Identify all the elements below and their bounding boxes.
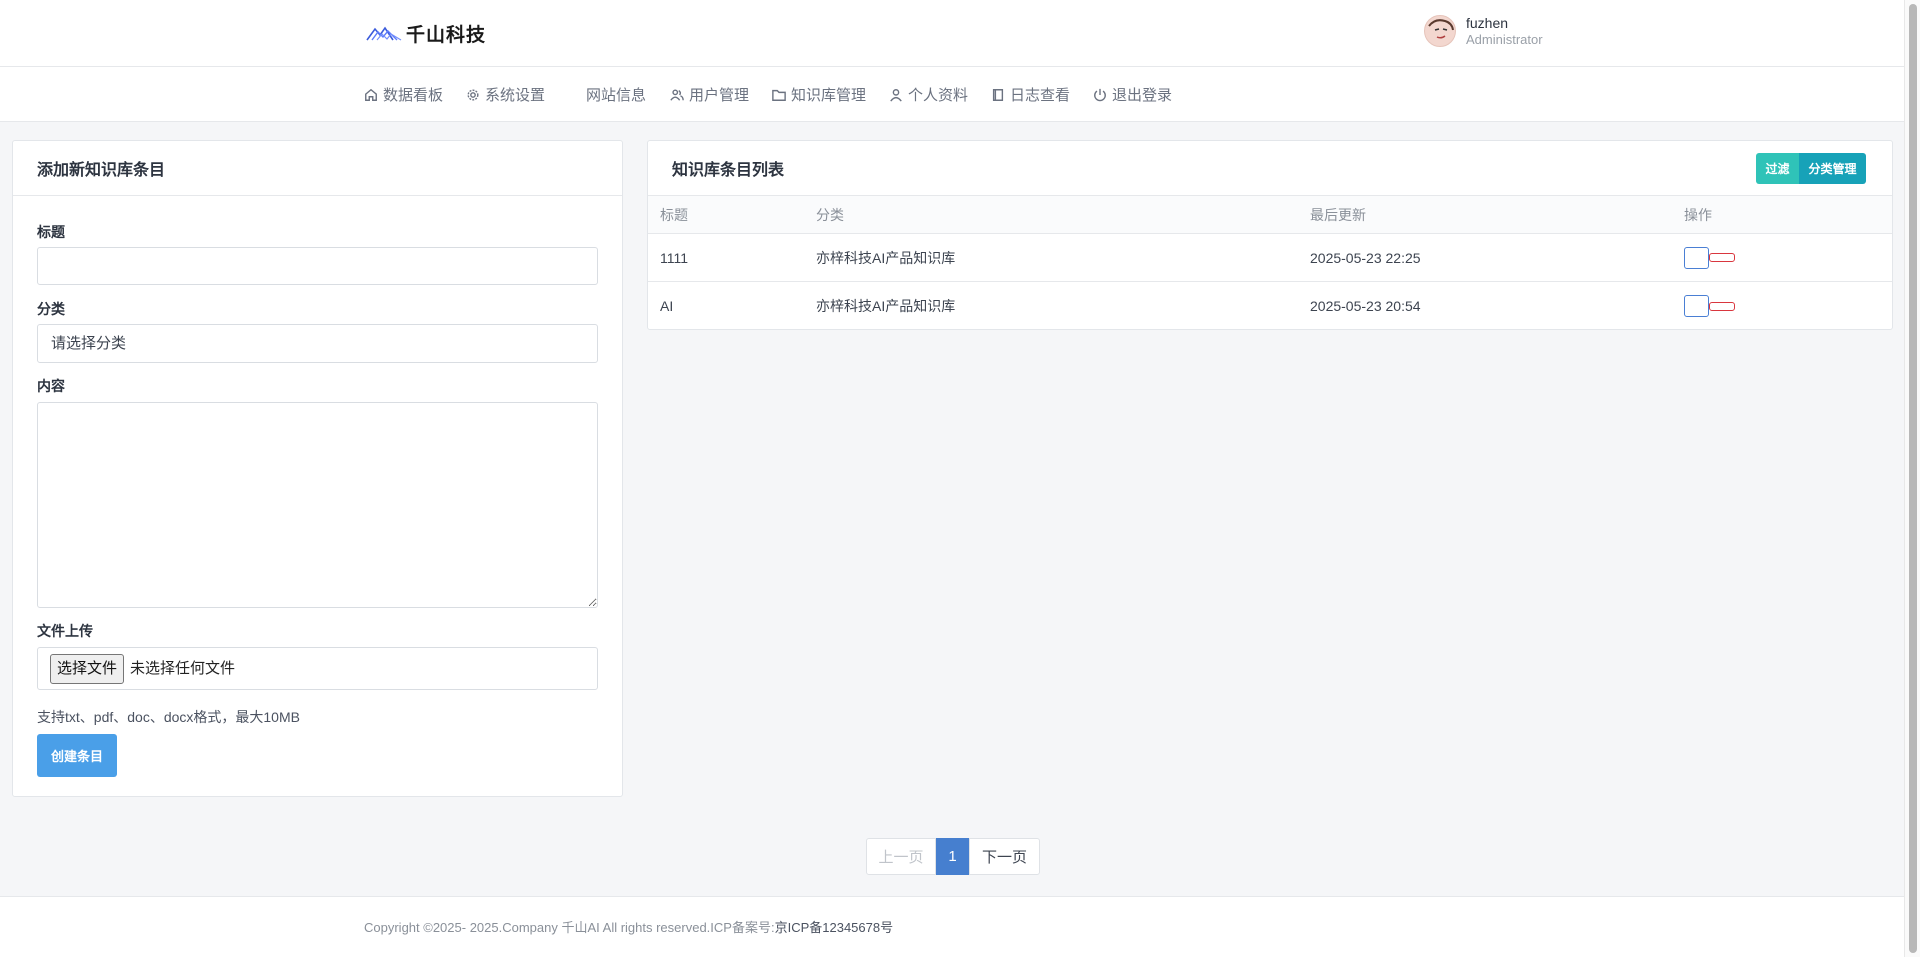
footer-copyright: Copyright ©2025- 2025.Company 千山AI All r… <box>364 917 893 936</box>
brand-logo[interactable]: 千山科技 <box>366 20 486 46</box>
row-category: 亦梓科技AI产品知识库 <box>816 249 956 266</box>
category-label: 分类 <box>37 301 65 317</box>
row-title: 1111 <box>660 249 689 266</box>
copyright-text: Copyright ©2025- 2025.Company 千山AI All r… <box>364 920 775 935</box>
file-status-text: 未选择任何文件 <box>130 660 236 677</box>
prev-page-button[interactable]: 上一页 <box>866 838 936 875</box>
row-updated: 2025-05-23 20:54 <box>1310 298 1421 314</box>
table-header: 标题 分类 最后更新 操作 <box>648 196 1892 234</box>
category-select[interactable]: 请选择分类 <box>37 324 598 363</box>
filter-button[interactable]: 过滤 <box>1756 153 1799 184</box>
nav-item-label: 系统设置 <box>485 87 546 104</box>
nav-item-label: 退出登录 <box>1112 87 1173 104</box>
avatar-face-icon <box>1428 19 1454 39</box>
row-actions <box>1684 234 1735 281</box>
edit-button[interactable] <box>1684 295 1709 317</box>
main-nav: 数据看板 系统设置 网站信息 用户管理 知识库管理 个人资料 日志查看 退出登录 <box>0 67 1904 122</box>
folder-icon <box>772 89 786 101</box>
row-actions <box>1684 282 1735 330</box>
power-icon <box>1094 88 1106 101</box>
page-1-button[interactable]: 1 <box>936 838 969 875</box>
edit-button[interactable] <box>1684 246 1709 269</box>
file-format-hint: 支持txt、pdf、doc、docx格式，最大10MB <box>37 709 300 725</box>
nav-item-label: 用户管理 <box>689 87 750 104</box>
nav-item-logout[interactable]: 退出登录 <box>1093 67 1172 122</box>
nav-item-logs[interactable]: 日志查看 <box>991 67 1070 122</box>
page-footer: Copyright ©2025- 2025.Company 千山AI All r… <box>0 896 1904 957</box>
nav-item-label: 知识库管理 <box>791 87 867 104</box>
nav-item-knowledge-base[interactable]: 知识库管理 <box>772 67 866 122</box>
file-upload-label: 文件上传 <box>37 623 93 639</box>
nav-item-site-info[interactable]: 网站信息 <box>586 67 646 122</box>
home-icon <box>365 88 377 101</box>
logo-text: 千山科技 <box>406 23 487 46</box>
add-entry-card: 添加新知识库条目 标题 分类 请选择分类 内容 文件上传 选择文件 未选择任何文… <box>12 140 623 797</box>
nav-item-user-management[interactable]: 用户管理 <box>670 67 749 122</box>
user-icon <box>890 88 902 102</box>
user-name: fuzhen <box>1466 15 1509 31</box>
user-menu[interactable]: fuzhen Administrator <box>1424 14 1543 48</box>
icp-link[interactable]: 京ICP备12345678号 <box>775 920 894 935</box>
card-title: 添加新知识库条目 <box>13 141 622 196</box>
nav-item-profile[interactable]: 个人资料 <box>889 67 968 122</box>
table-row: AI 亦梓科技AI产品知识库 2025-05-23 20:54 <box>648 282 1892 330</box>
row-updated: 2025-05-23 22:25 <box>1310 249 1421 266</box>
top-header: 千山科技 fuzhen Administrator <box>0 0 1904 67</box>
pagination: 上一页 1 下一页 <box>866 838 1040 875</box>
page-scrollbar[interactable] <box>1904 0 1920 957</box>
next-page-button[interactable]: 下一页 <box>969 838 1040 875</box>
nav-item-system-settings[interactable]: 系统设置 <box>466 67 545 122</box>
nav-item-label: 日志查看 <box>1010 87 1071 104</box>
mountain-logo-icon <box>366 26 402 41</box>
create-entry-button[interactable]: 创建条目 <box>37 734 117 777</box>
content-textarea[interactable] <box>37 402 598 608</box>
category-management-button[interactable]: 分类管理 <box>1799 153 1866 184</box>
scrollbar-thumb[interactable] <box>1909 4 1917 953</box>
users-icon <box>670 88 684 101</box>
nav-item-dashboard[interactable]: 数据看板 <box>364 67 443 122</box>
user-role: Administrator <box>1466 32 1543 47</box>
book-icon <box>992 88 1004 101</box>
file-upload-field: 选择文件 未选择任何文件 <box>37 647 598 690</box>
nav-item-label: 数据看板 <box>383 87 444 104</box>
delete-button[interactable] <box>1709 301 1735 311</box>
choose-file-button[interactable]: 选择文件 <box>50 654 125 684</box>
content-label: 内容 <box>37 378 65 394</box>
column-header-title: 标题 <box>660 206 688 223</box>
table-row: 1111 亦梓科技AI产品知识库 2025-05-23 22:25 <box>648 234 1892 282</box>
column-header-updated: 最后更新 <box>1310 206 1366 223</box>
gear-icon <box>467 88 479 101</box>
title-input[interactable] <box>37 247 598 285</box>
row-title: AI <box>660 298 674 314</box>
delete-button[interactable] <box>1709 253 1735 262</box>
avatar[interactable] <box>1424 15 1456 47</box>
category-select-value: 请选择分类 <box>51 335 127 352</box>
title-label: 标题 <box>37 224 65 240</box>
nav-item-label: 个人资料 <box>908 87 969 104</box>
column-header-actions: 操作 <box>1684 206 1712 223</box>
card-title: 知识库条目列表 <box>648 141 1892 196</box>
column-header-category: 分类 <box>816 206 844 223</box>
row-category: 亦梓科技AI产品知识库 <box>816 298 956 314</box>
nav-item-label: 网站信息 <box>586 87 647 104</box>
entry-list-card: 知识库条目列表 过滤 分类管理 标题 分类 最后更新 操作 1111 亦梓科技A… <box>647 140 1893 330</box>
